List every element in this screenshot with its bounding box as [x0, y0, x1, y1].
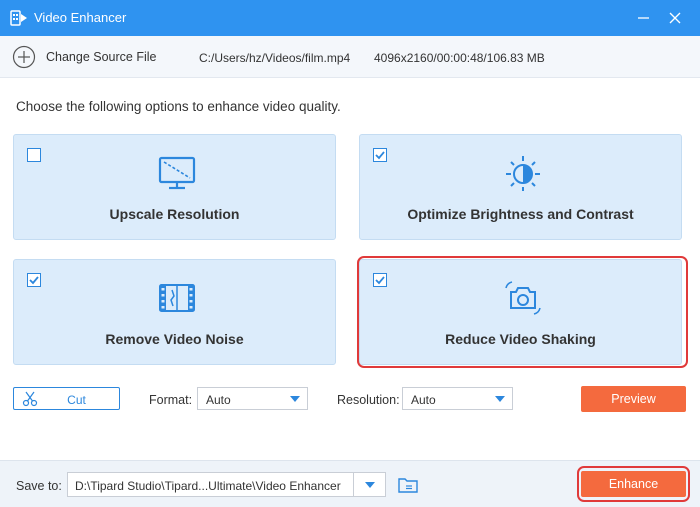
cut-label: Cut — [67, 393, 86, 407]
chevron-down-icon — [495, 396, 505, 402]
minimize-button[interactable] — [630, 6, 656, 30]
save-path-select[interactable]: D:\Tipard Studio\Tipard...Ultimate\Video… — [67, 472, 386, 497]
minimize-icon — [638, 17, 649, 19]
change-source-label: Change Source File — [46, 50, 157, 64]
checkmark-icon — [375, 276, 385, 285]
noise-checkbox[interactable] — [27, 273, 41, 287]
noise-label: Remove Video Noise — [105, 331, 244, 347]
folder-icon[interactable] — [397, 475, 419, 495]
option-optimize-brightness[interactable]: Optimize Brightness and Contrast — [359, 134, 682, 240]
close-button[interactable] — [662, 6, 688, 30]
cut-button[interactable]: Cut — [13, 387, 120, 410]
change-source-button[interactable]: Change Source File — [12, 45, 156, 69]
upscale-label: Upscale Resolution — [109, 206, 240, 222]
option-remove-noise[interactable]: Remove Video Noise — [13, 259, 336, 365]
upscale-checkbox[interactable] — [27, 148, 41, 162]
window-title: Video Enhancer — [34, 10, 127, 25]
brightness-label: Optimize Brightness and Contrast — [407, 206, 634, 222]
monitor-icon — [158, 156, 196, 190]
save-path-divider — [353, 473, 354, 496]
source-meta: 4096x2160/00:00:48/106.83 MB — [374, 51, 545, 65]
camera-stabilize-icon — [505, 281, 541, 315]
option-reduce-shaking[interactable]: Reduce Video Shaking — [359, 259, 682, 365]
resolution-label: Resolution: — [337, 393, 400, 407]
shaking-checkbox[interactable] — [373, 273, 387, 287]
format-value: Auto — [206, 393, 231, 407]
resolution-select[interactable]: Auto — [402, 387, 513, 410]
resolution-value: Auto — [411, 393, 436, 407]
shaking-label: Reduce Video Shaking — [445, 331, 596, 347]
close-icon — [669, 12, 681, 24]
film-noise-icon — [159, 284, 195, 312]
checkmark-icon — [375, 151, 385, 160]
save-to-label: Save to: — [16, 479, 62, 493]
brightness-icon — [506, 156, 540, 191]
enhance-button[interactable]: Enhance — [581, 471, 686, 497]
chevron-down-icon — [290, 396, 300, 402]
add-circle-icon — [12, 45, 36, 69]
checkmark-icon — [29, 276, 39, 285]
instruction-text: Choose the following options to enhance … — [16, 99, 341, 114]
option-upscale-resolution[interactable]: Upscale Resolution — [13, 134, 336, 240]
preview-button[interactable]: Preview — [581, 386, 686, 412]
footer-bar: Save to: D:\Tipard Studio\Tipard...Ultim… — [0, 460, 700, 507]
format-label: Format: — [149, 393, 193, 407]
title-bar: Video Enhancer — [0, 0, 700, 36]
save-path-value: D:\Tipard Studio\Tipard...Ultimate\Video… — [75, 479, 341, 493]
format-select[interactable]: Auto — [197, 387, 308, 410]
chevron-down-icon — [365, 482, 375, 488]
app-logo-icon — [10, 10, 27, 26]
source-bar: Change Source File C:/Users/hz/Videos/fi… — [0, 36, 700, 78]
source-path: C:/Users/hz/Videos/film.mp4 — [199, 51, 351, 65]
brightness-checkbox[interactable] — [373, 148, 387, 162]
